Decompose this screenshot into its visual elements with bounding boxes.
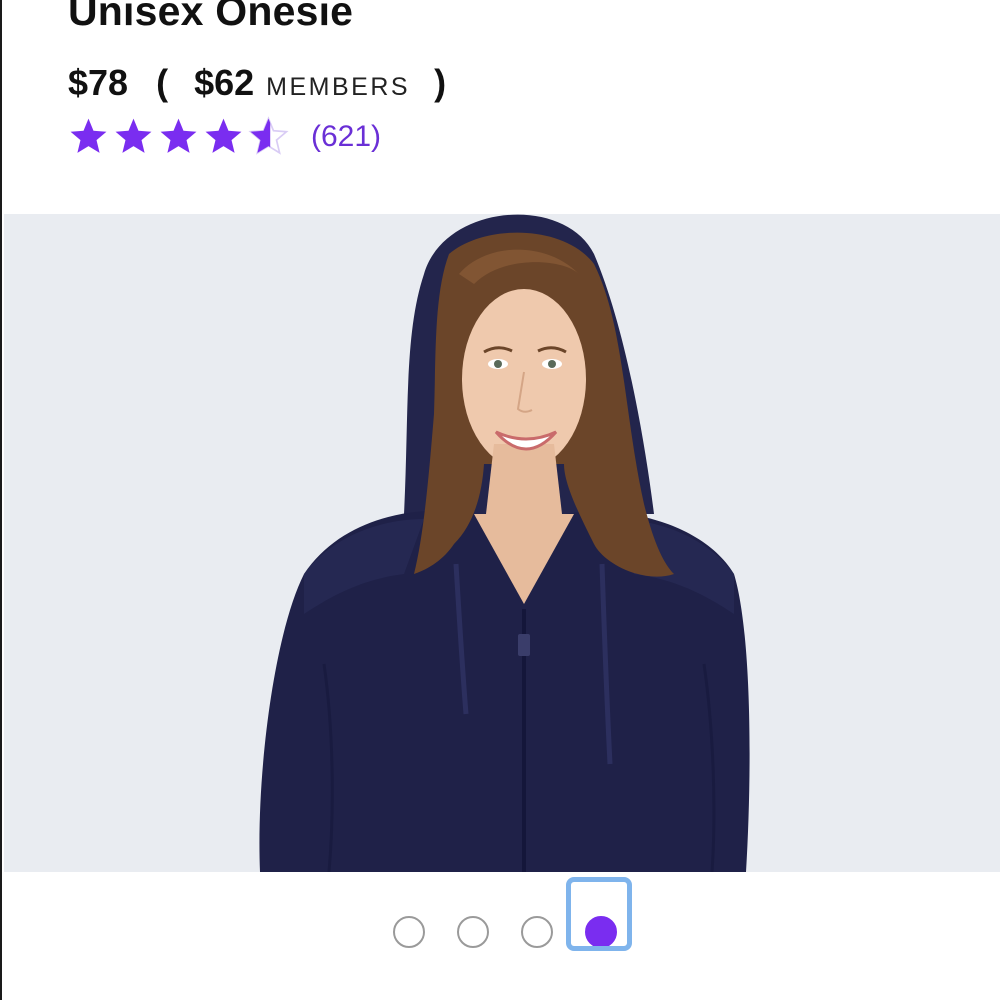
rating-row[interactable]: (621) (68, 116, 381, 157)
carousel-dot-3[interactable] (521, 916, 553, 948)
focus-highlight (566, 877, 632, 951)
open-paren: ( (156, 62, 169, 103)
product-image[interactable] (4, 214, 1000, 872)
close-paren: ) (434, 62, 447, 103)
member-price: $62 (194, 62, 255, 103)
star-icon (205, 118, 242, 153)
star-icon (70, 118, 107, 153)
star-icon (115, 118, 152, 153)
carousel-dot-2[interactable] (457, 916, 489, 948)
carousel-dot-1[interactable] (393, 916, 425, 948)
product-title: Unisex Onesie (68, 0, 354, 34)
review-count-link[interactable]: (621) (311, 120, 381, 154)
member-label: MEMBERS (266, 73, 411, 101)
model-photo (4, 214, 1000, 872)
half-star-icon (248, 116, 289, 155)
star-rating (68, 116, 289, 157)
regular-price: $78 (68, 62, 129, 103)
price-row: $78 ( $62 MEMBERS ) (68, 62, 446, 104)
star-icon (160, 118, 197, 153)
carousel-pagination (2, 914, 1000, 950)
product-page: Unisex Onesie $78 ( $62 MEMBERS ) (621) (0, 0, 1000, 1000)
